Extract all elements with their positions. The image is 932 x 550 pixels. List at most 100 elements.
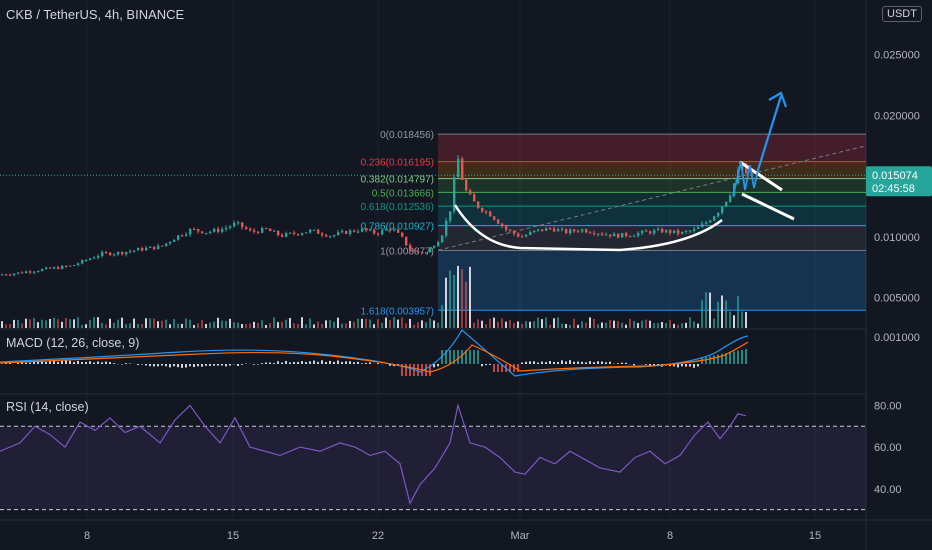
candle-body bbox=[53, 267, 56, 269]
candle-body bbox=[197, 229, 200, 232]
volume-bar bbox=[493, 317, 495, 328]
candle-body bbox=[609, 234, 612, 237]
volume-bar bbox=[517, 321, 519, 328]
volume-bar bbox=[97, 317, 99, 328]
candle-body bbox=[69, 265, 72, 267]
candle-body bbox=[209, 231, 212, 233]
volume-bar bbox=[433, 320, 435, 328]
macd-bar bbox=[681, 364, 683, 367]
candle-body bbox=[193, 229, 196, 231]
candle-body bbox=[49, 267, 52, 269]
volume-bar bbox=[53, 317, 55, 328]
candle-body bbox=[489, 211, 492, 217]
time-tick-label: 15 bbox=[809, 530, 821, 542]
fib-zone bbox=[438, 134, 866, 162]
macd-bar bbox=[261, 363, 263, 364]
volume-bar bbox=[737, 295, 739, 328]
macd-bar bbox=[289, 362, 291, 364]
macd-bar bbox=[497, 364, 499, 372]
volume-bar bbox=[745, 312, 747, 328]
candle-body bbox=[145, 247, 148, 251]
candle-body bbox=[113, 254, 116, 256]
macd-bar bbox=[493, 364, 495, 372]
candle-body bbox=[549, 228, 552, 230]
volume-bar bbox=[721, 295, 723, 328]
candle-body bbox=[425, 252, 428, 254]
macd-bar bbox=[741, 349, 743, 364]
volume-bar bbox=[329, 319, 331, 328]
candle-body bbox=[237, 222, 240, 224]
volume-bar bbox=[185, 318, 187, 328]
candle-body bbox=[301, 233, 304, 235]
volume-bar bbox=[637, 323, 639, 328]
volume-bar bbox=[65, 318, 67, 328]
macd-bar bbox=[561, 360, 563, 364]
volume-bar bbox=[73, 319, 75, 328]
macd-bar bbox=[461, 350, 463, 364]
macd-bar bbox=[473, 350, 475, 364]
volume-bar bbox=[341, 323, 343, 328]
volume-bar bbox=[641, 320, 643, 328]
volume-bar bbox=[669, 320, 671, 328]
candle-body bbox=[677, 230, 680, 234]
candle-body bbox=[325, 235, 328, 237]
macd-bar bbox=[569, 360, 571, 364]
candle-body bbox=[225, 227, 228, 230]
macd-bar bbox=[677, 364, 679, 368]
volume-bar bbox=[5, 324, 7, 328]
candle-body bbox=[553, 228, 556, 232]
macd-bar bbox=[733, 351, 735, 364]
volume-bar bbox=[337, 317, 339, 328]
macd-bar bbox=[329, 360, 331, 364]
volume-bar bbox=[625, 324, 627, 328]
macd-bar bbox=[317, 361, 319, 364]
macd-bar bbox=[41, 361, 43, 364]
candle-body bbox=[117, 251, 120, 255]
volume-bar bbox=[629, 318, 631, 328]
macd-bar bbox=[325, 362, 327, 364]
candle-body bbox=[721, 206, 724, 213]
macd-bar bbox=[605, 362, 607, 364]
volume-bar bbox=[485, 324, 487, 328]
volume-bar bbox=[513, 322, 515, 328]
volume-bar bbox=[621, 322, 623, 328]
candle-body bbox=[45, 267, 48, 270]
volume-bar bbox=[349, 320, 351, 328]
candle-body bbox=[357, 231, 360, 233]
volume-bar bbox=[585, 322, 587, 328]
volume-bar bbox=[381, 322, 383, 328]
candle-body bbox=[97, 255, 100, 258]
macd-bar bbox=[457, 350, 459, 364]
volume-bar bbox=[393, 317, 395, 328]
candle-body bbox=[477, 201, 480, 208]
volume-bar bbox=[497, 321, 499, 328]
volume-bar bbox=[113, 322, 115, 328]
candle-body bbox=[189, 229, 192, 235]
volume-bar bbox=[353, 321, 355, 328]
volume-bar bbox=[261, 320, 263, 328]
fib-zone bbox=[438, 161, 866, 179]
volume-bar bbox=[409, 318, 411, 328]
volume-bar bbox=[213, 321, 215, 328]
candle-body bbox=[613, 233, 616, 237]
macd-bar bbox=[437, 364, 439, 367]
volume-bar bbox=[481, 320, 483, 328]
macd-bar bbox=[341, 361, 343, 364]
macd-bar bbox=[241, 364, 243, 365]
trading-chart[interactable]: 0(0.018456) 0.236(0.016195) 0.382(0.014797… bbox=[0, 0, 932, 550]
candle-body bbox=[205, 232, 208, 234]
macd-bar bbox=[285, 360, 287, 364]
candle-body bbox=[253, 230, 256, 232]
fib-zone bbox=[438, 178, 866, 193]
volume-bar bbox=[225, 320, 227, 328]
volume-bar bbox=[297, 323, 299, 328]
fib-zone bbox=[438, 206, 866, 226]
volume-bar bbox=[17, 319, 19, 328]
macd-bar bbox=[29, 362, 31, 364]
currency-button[interactable]: USDT bbox=[882, 6, 922, 22]
macd-bar bbox=[529, 361, 531, 364]
volume-bar bbox=[129, 323, 131, 328]
volume-bar bbox=[61, 321, 63, 328]
candle-body bbox=[245, 227, 248, 229]
candle-body bbox=[177, 235, 180, 240]
